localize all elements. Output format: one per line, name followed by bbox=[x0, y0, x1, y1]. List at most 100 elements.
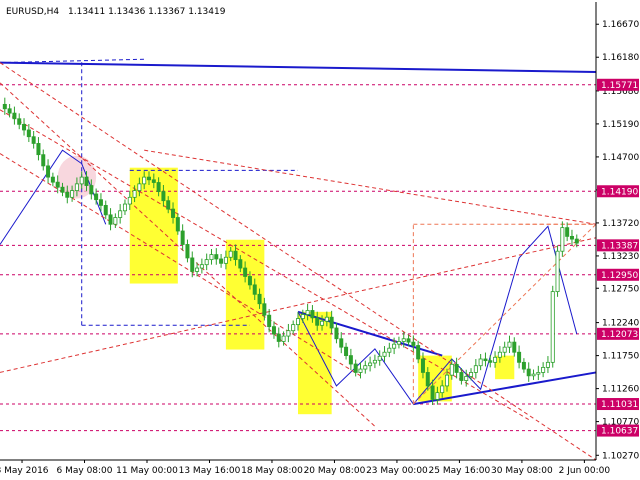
candle-body bbox=[401, 338, 406, 342]
candle-body bbox=[2, 103, 7, 110]
candle-body bbox=[358, 368, 363, 373]
candle-body bbox=[286, 330, 291, 337]
candle-body bbox=[247, 276, 252, 286]
y-tick-label: 1.12750 bbox=[602, 284, 639, 294]
candle-body bbox=[151, 179, 156, 183]
candle-body bbox=[372, 359, 377, 364]
candle-body bbox=[214, 254, 219, 260]
candle-body bbox=[50, 176, 55, 183]
candle-body bbox=[281, 335, 286, 342]
candle-body bbox=[348, 355, 353, 365]
candle-body bbox=[459, 372, 464, 381]
candle-body bbox=[521, 361, 526, 370]
candle-body bbox=[531, 373, 536, 377]
candle-body bbox=[392, 343, 397, 349]
candle-body bbox=[382, 351, 387, 357]
candle-body bbox=[89, 185, 94, 195]
candle-body bbox=[305, 310, 310, 315]
candle-body bbox=[396, 341, 401, 345]
y-tick-label: 1.13720 bbox=[602, 219, 639, 229]
candle-body bbox=[454, 363, 459, 373]
candle-body bbox=[291, 324, 296, 332]
candle-body bbox=[368, 362, 373, 367]
candle-body bbox=[199, 264, 204, 269]
candle-body bbox=[363, 365, 368, 370]
candle-body bbox=[295, 318, 300, 326]
candle-body bbox=[569, 235, 574, 240]
candle-body bbox=[440, 385, 445, 394]
highlight-box bbox=[298, 311, 332, 415]
candle-body bbox=[411, 341, 416, 346]
candle-body bbox=[257, 293, 262, 305]
candle-body bbox=[483, 358, 488, 362]
candle-body bbox=[353, 363, 358, 373]
candle-body bbox=[7, 108, 12, 114]
candle-body bbox=[488, 360, 493, 363]
y-tick-label: 1.14700 bbox=[602, 153, 639, 163]
candle-body bbox=[541, 366, 546, 373]
trendline bbox=[0, 61, 597, 74]
candle-body bbox=[329, 316, 334, 329]
candle-body bbox=[473, 365, 478, 373]
price-tag-label: 1.12950 bbox=[601, 271, 638, 281]
candle-body bbox=[31, 136, 36, 144]
candle-body bbox=[238, 259, 243, 269]
price-chart[interactable]: 1.166701.161801.156801.151901.147001.142… bbox=[0, 0, 640, 480]
candle-body bbox=[161, 191, 166, 202]
candle-body bbox=[435, 392, 440, 400]
candle-body bbox=[267, 314, 272, 328]
candle-body bbox=[339, 338, 344, 348]
candle-body bbox=[26, 129, 31, 138]
candle-body bbox=[36, 143, 41, 156]
candle-body bbox=[127, 196, 132, 205]
candle-body bbox=[103, 205, 108, 216]
candle-body bbox=[502, 346, 507, 353]
y-tick-label: 1.16180 bbox=[602, 53, 639, 63]
candle-body bbox=[550, 291, 555, 363]
candle-body bbox=[70, 190, 75, 198]
candle-body bbox=[425, 372, 430, 387]
y-tick-label: 1.16670 bbox=[602, 20, 639, 30]
candle-body bbox=[46, 165, 51, 178]
candle-body bbox=[449, 363, 454, 376]
candle-body bbox=[98, 199, 103, 206]
price-tag-label: 1.10637 bbox=[601, 427, 638, 437]
trendline bbox=[0, 153, 361, 377]
y-tick-label: 1.11260 bbox=[602, 385, 639, 395]
x-tick-label: 13 May 16:00 bbox=[179, 466, 241, 476]
symbol-label: EURUSD,H4 bbox=[6, 7, 59, 17]
candle-body bbox=[334, 327, 339, 340]
candle-body bbox=[574, 238, 579, 244]
candle-body bbox=[526, 368, 531, 377]
price-tag-label: 1.12073 bbox=[601, 330, 638, 340]
x-tick-label: 20 May 08:00 bbox=[304, 466, 366, 476]
highlight-box bbox=[495, 355, 515, 380]
candle-body bbox=[156, 182, 161, 192]
candle-body bbox=[41, 154, 46, 167]
candle-body bbox=[74, 183, 79, 191]
candle-body bbox=[497, 351, 502, 358]
candle-body bbox=[507, 341, 512, 348]
candle-body bbox=[171, 208, 176, 218]
y-tick-label: 1.11750 bbox=[602, 352, 639, 362]
candle-body bbox=[430, 385, 435, 400]
trendline bbox=[0, 58, 145, 64]
candle-body bbox=[262, 303, 267, 316]
candle-body bbox=[209, 254, 214, 261]
x-tick-label: 30 May 08:00 bbox=[491, 466, 553, 476]
candle-body bbox=[166, 200, 171, 210]
candle-body bbox=[12, 112, 17, 120]
candle-body bbox=[94, 193, 99, 201]
candle-body bbox=[276, 333, 281, 342]
candle-body bbox=[113, 217, 118, 225]
candle-body bbox=[219, 258, 224, 264]
trendline bbox=[144, 149, 597, 225]
candle-body bbox=[223, 256, 228, 264]
candle-body bbox=[387, 347, 392, 353]
price-tag-label: 1.14190 bbox=[601, 187, 638, 197]
candle-body bbox=[233, 250, 238, 261]
candle-body bbox=[204, 259, 209, 266]
x-tick-label: 6 May 08:00 bbox=[57, 466, 113, 476]
candle-body bbox=[493, 356, 498, 363]
candle-body bbox=[512, 341, 517, 353]
